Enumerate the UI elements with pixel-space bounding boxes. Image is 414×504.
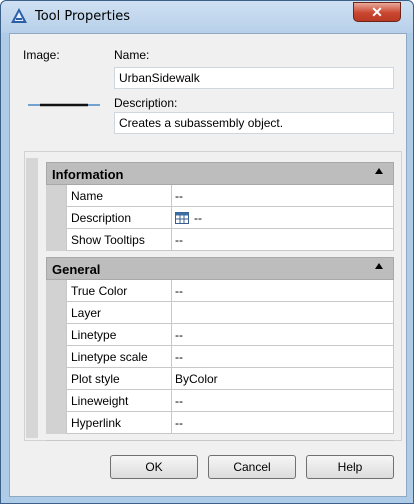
property-value[interactable]: -- xyxy=(172,412,394,433)
property-row-hyperlink[interactable]: Hyperlink -- xyxy=(66,412,394,434)
description-label: Description: xyxy=(114,96,178,110)
property-grid: Information Name -- Description -- Show … xyxy=(46,162,394,441)
close-icon: ✕ xyxy=(371,4,383,20)
property-name: True Color xyxy=(66,280,172,301)
title-bar[interactable]: Tool Properties ✕ xyxy=(1,1,413,33)
section-title-information: Information xyxy=(52,167,124,182)
property-grid-panel: Information Name -- Description -- Show … xyxy=(24,151,402,441)
autocad-a-icon xyxy=(11,8,27,23)
property-value: -- xyxy=(194,211,202,225)
property-name: Show Tooltips xyxy=(66,229,172,250)
property-row-name[interactable]: Name -- xyxy=(66,185,394,207)
grid-left-strip xyxy=(26,158,38,438)
section-header-general[interactable]: General xyxy=(46,257,394,280)
table-editor-icon[interactable] xyxy=(175,212,189,224)
property-row-layer[interactable]: Layer xyxy=(66,302,394,324)
help-button[interactable]: Help xyxy=(306,455,394,479)
property-value[interactable]: -- xyxy=(172,324,394,345)
window-title: Tool Properties xyxy=(35,9,131,24)
property-name: Hyperlink xyxy=(66,412,172,433)
collapse-arrow-icon[interactable] xyxy=(375,263,383,269)
property-name: Linetype scale xyxy=(66,346,172,367)
property-row-true-color[interactable]: True Color -- xyxy=(66,280,394,302)
property-name: Name xyxy=(66,185,172,206)
property-row-lineweight[interactable]: Lineweight -- xyxy=(66,390,394,412)
section-general: General True Color -- Layer Linetype -- xyxy=(46,257,394,434)
property-row-plot-style[interactable]: Plot style ByColor xyxy=(66,368,394,390)
property-value[interactable]: -- xyxy=(172,280,394,301)
property-row-show-tooltips[interactable]: Show Tooltips -- xyxy=(66,229,394,251)
property-row-description[interactable]: Description -- xyxy=(66,207,394,229)
property-name: Description xyxy=(66,207,172,228)
ok-button[interactable]: OK xyxy=(110,455,198,479)
section-title-general: General xyxy=(52,262,101,277)
property-value[interactable] xyxy=(172,302,394,323)
name-label: Name: xyxy=(114,48,150,62)
property-name: Lineweight xyxy=(66,390,172,411)
property-name: Linetype xyxy=(66,324,172,345)
property-name: Plot style xyxy=(66,368,172,389)
property-value[interactable]: ByColor xyxy=(172,368,394,389)
property-row-linetype[interactable]: Linetype -- xyxy=(66,324,394,346)
property-value[interactable]: -- xyxy=(172,229,394,250)
name-field[interactable]: UrbanSidewalk xyxy=(114,67,394,89)
image-label: Image: xyxy=(23,48,60,62)
section-header-information[interactable]: Information xyxy=(46,162,394,185)
collapse-arrow-icon[interactable] xyxy=(375,168,383,174)
description-field[interactable]: Creates a subassembly object. xyxy=(114,112,394,134)
grid-divider xyxy=(46,440,394,441)
property-name: Layer xyxy=(66,302,172,323)
section-information: Information Name -- Description -- Show … xyxy=(46,162,394,251)
cancel-button[interactable]: Cancel xyxy=(208,455,296,479)
property-value-cell[interactable]: -- xyxy=(172,207,394,228)
property-row-linetype-scale[interactable]: Linetype scale -- xyxy=(66,346,394,368)
property-value[interactable]: -- xyxy=(172,390,394,411)
tool-image-preview xyxy=(28,103,100,107)
close-button[interactable]: ✕ xyxy=(353,2,401,22)
property-value[interactable]: -- xyxy=(172,185,394,206)
property-value[interactable]: -- xyxy=(172,346,394,367)
dialog-body: Image: Name: UrbanSidewalk Description: … xyxy=(9,33,407,497)
tool-properties-window: Tool Properties ✕ Image: Name: UrbanSide… xyxy=(0,0,414,504)
